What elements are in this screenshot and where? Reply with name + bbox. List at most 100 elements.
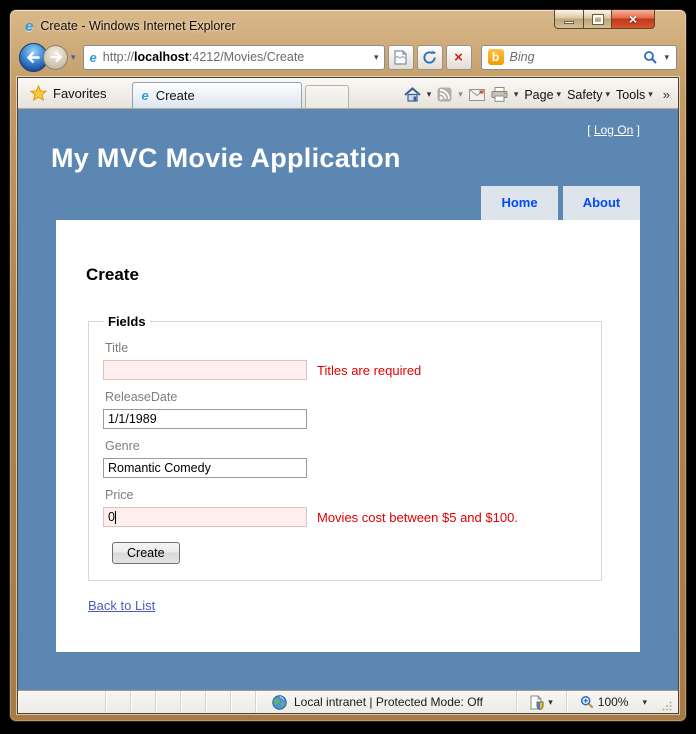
tab-create[interactable]: e Create bbox=[132, 82, 303, 108]
logon-link[interactable]: Log On bbox=[594, 123, 633, 137]
text-cursor bbox=[115, 511, 116, 524]
command-bar-buttons: ▾ ▾ ▾ Page ▾ Safety ▾ Tools ▾ » bbox=[404, 87, 674, 108]
new-tab-button[interactable] bbox=[305, 85, 350, 108]
url-prefix: http:// bbox=[102, 50, 135, 64]
nav-tab-about[interactable]: About bbox=[563, 186, 640, 220]
favorites-button[interactable]: Favorites bbox=[22, 85, 118, 108]
page-menu-label: Page bbox=[524, 87, 554, 102]
compatibility-page-icon bbox=[394, 49, 408, 65]
price-input[interactable] bbox=[103, 507, 307, 527]
search-box[interactable]: b Bing ▾ bbox=[480, 44, 677, 70]
tools-menu-label: Tools bbox=[616, 87, 646, 102]
read-mail-button[interactable] bbox=[468, 88, 485, 101]
screenshot-root: e Create - Windows Internet Explorer × ▾ bbox=[0, 0, 696, 734]
search-placeholder: Bing bbox=[509, 50, 535, 64]
site-nav: Home About bbox=[18, 186, 678, 220]
zoom-magnifier-icon bbox=[580, 695, 594, 709]
search-icon[interactable] bbox=[643, 50, 658, 64]
title-input[interactable] bbox=[103, 360, 307, 380]
window-controls: × bbox=[554, 10, 655, 29]
back-to-list-link[interactable]: Back to List bbox=[88, 598, 155, 613]
maximize-icon bbox=[592, 14, 603, 24]
resize-grip[interactable] bbox=[662, 701, 672, 711]
security-zone: Local intranet | Protected Mode: Off bbox=[272, 694, 516, 710]
statusbar-right: ▾ 100% ▾ bbox=[516, 691, 678, 713]
home-dropdown-icon[interactable]: ▾ bbox=[427, 89, 432, 100]
maximize-button[interactable] bbox=[584, 10, 612, 29]
nav-tab-home[interactable]: Home bbox=[481, 186, 558, 220]
page-menu-caret-icon: ▾ bbox=[556, 89, 562, 99]
privacy-dropdown-icon: ▾ bbox=[548, 696, 553, 707]
print-dropdown-icon[interactable]: ▾ bbox=[514, 89, 519, 100]
favorites-label: Favorites bbox=[53, 85, 107, 101]
safety-menu[interactable]: Safety ▾ bbox=[567, 88, 610, 102]
intranet-globe-icon bbox=[272, 694, 287, 710]
url-host: localhost bbox=[134, 50, 189, 64]
logon-bracket-close: ] bbox=[636, 123, 640, 137]
statusbar-cell bbox=[206, 691, 231, 713]
close-button[interactable]: × bbox=[612, 10, 655, 29]
create-submit-button[interactable]: Create bbox=[112, 542, 180, 564]
zoom-dropdown-icon: ▾ bbox=[642, 696, 647, 707]
toolbar-overflow-chevron[interactable]: » bbox=[663, 87, 670, 102]
address-url[interactable]: http://localhost:4212/Movies/Create bbox=[103, 50, 373, 64]
forward-arrow-icon bbox=[49, 51, 62, 63]
statusbar-cell bbox=[181, 691, 206, 713]
genre-input[interactable] bbox=[103, 458, 307, 478]
privacy-report-button[interactable]: ▾ bbox=[522, 695, 561, 710]
fieldset-legend: Fields bbox=[108, 314, 146, 329]
printer-icon bbox=[491, 87, 508, 102]
back-arrow-icon bbox=[26, 51, 40, 63]
zoom-control[interactable]: 100% ▾ bbox=[572, 695, 655, 709]
feeds-button[interactable] bbox=[437, 87, 452, 102]
minimize-icon bbox=[564, 21, 574, 24]
tools-menu[interactable]: Tools ▾ bbox=[616, 88, 653, 102]
statusbar-cell bbox=[156, 691, 181, 713]
tab-favicon-icon: e bbox=[141, 88, 149, 103]
feeds-dropdown-icon[interactable]: ▾ bbox=[458, 89, 463, 100]
close-icon: × bbox=[628, 11, 638, 27]
address-bar[interactable]: e http://localhost:4212/Movies/Create ▾ bbox=[82, 44, 385, 70]
page-icon: e bbox=[89, 49, 97, 65]
price-validation-message: Movies cost between $5 and $100. bbox=[317, 509, 518, 525]
logon-bracket-open: [ bbox=[587, 123, 591, 137]
page-shield-icon bbox=[530, 695, 544, 710]
url-path: :4212/Movies/Create bbox=[188, 50, 305, 64]
statusbar-separator bbox=[565, 691, 567, 713]
browser-client-area: Favorites e Create ▾ ▾ ▾ Page ▾ Safety ▾… bbox=[17, 77, 679, 714]
feed-icon bbox=[437, 87, 452, 102]
browser-window: e Create - Windows Internet Explorer × ▾ bbox=[9, 9, 687, 722]
ie-logo-icon: e bbox=[25, 17, 34, 35]
releasedate-input[interactable] bbox=[103, 409, 307, 429]
address-dropdown-icon[interactable]: ▾ bbox=[373, 52, 380, 63]
mail-icon bbox=[468, 88, 485, 101]
print-button[interactable] bbox=[491, 87, 508, 102]
statusbar-cell bbox=[18, 691, 106, 713]
page-menu[interactable]: Page ▾ bbox=[524, 88, 561, 102]
statusbar-cell bbox=[231, 691, 256, 713]
command-bar: Favorites e Create ▾ ▾ ▾ Page ▾ Safety ▾… bbox=[18, 78, 678, 109]
tools-menu-caret-icon: ▾ bbox=[648, 89, 653, 99]
refresh-button[interactable] bbox=[416, 44, 443, 70]
title-validation-message: Titles are required bbox=[317, 362, 422, 378]
statusbar-separator bbox=[516, 691, 518, 713]
stop-button[interactable]: × bbox=[445, 44, 472, 70]
navigation-bar: ▾ e http://localhost:4212/Movies/Create … bbox=[17, 39, 679, 77]
price-label: Price bbox=[105, 488, 134, 502]
minimize-button[interactable] bbox=[554, 10, 584, 29]
compatibility-view-button[interactable] bbox=[387, 44, 414, 70]
zone-text: Local intranet | Protected Mode: Off bbox=[294, 695, 483, 709]
bing-logo-icon: b bbox=[487, 49, 504, 65]
page-viewport: [ Log On ] My MVC Movie Application Home… bbox=[18, 109, 678, 690]
recent-pages-dropdown[interactable]: ▾ bbox=[71, 52, 76, 63]
refresh-icon bbox=[423, 49, 437, 64]
window-title: Create - Windows Internet Explorer bbox=[40, 19, 236, 33]
search-options-dropdown[interactable]: ▾ bbox=[663, 52, 670, 63]
zoom-level: 100% bbox=[597, 695, 629, 709]
forward-button[interactable] bbox=[43, 44, 68, 70]
statusbar-cell bbox=[131, 691, 156, 713]
logon-area: [ Log On ] bbox=[18, 109, 678, 140]
title-bar[interactable]: e Create - Windows Internet Explorer × bbox=[17, 10, 679, 39]
home-button[interactable] bbox=[404, 87, 421, 102]
page-heading: Create bbox=[86, 265, 139, 284]
